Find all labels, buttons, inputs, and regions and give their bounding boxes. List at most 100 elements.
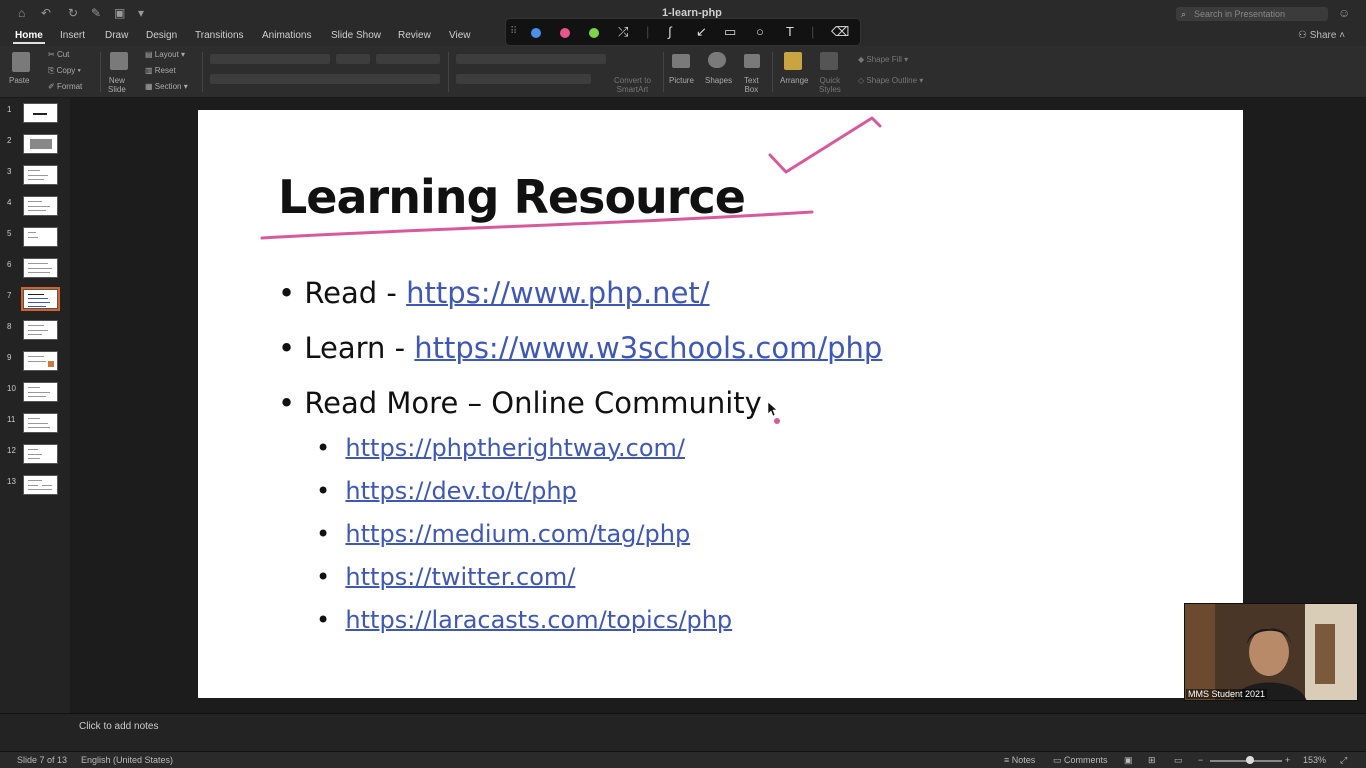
tab-design[interactable]: Design [146,30,177,41]
format-painter-button[interactable]: ✐ Format [48,82,82,91]
slide-number: 5 [7,229,12,238]
arrow-icon[interactable]: ↙ [696,24,707,40]
font-format-buttons[interactable] [210,74,440,84]
slide-thumbnail[interactable]: 12 [0,444,70,468]
notes-pane[interactable]: Click to add notes [0,713,1366,751]
new-slide-icon[interactable] [110,52,128,70]
quick-styles-icon[interactable] [820,52,838,70]
quick-styles-button[interactable]: Quick Styles [819,76,841,94]
green-pen-icon[interactable] [589,28,599,38]
tab-review[interactable]: Review [398,30,431,41]
text-box-button[interactable]: Text Box [744,76,759,94]
slide-number: 9 [7,353,12,362]
slide-thumbnail[interactable]: 2 [0,134,70,158]
arrange-icon[interactable] [784,52,802,70]
shape-outline-button[interactable]: ◇ Shape Outline ▾ [858,76,923,85]
new-slide-button[interactable]: New Slide [108,76,126,94]
mouse-cursor-icon [767,401,778,417]
pen-icon[interactable]: ∫ [668,24,672,39]
share-button[interactable]: ⚇ Share ˄ [1298,30,1345,41]
font-size-buttons[interactable] [376,54,440,64]
comments-toggle[interactable]: ▭ Comments [1053,755,1108,766]
circle-icon[interactable]: ○ [756,24,764,39]
reset-button[interactable]: ▥ Reset [145,66,176,75]
slide-thumbnail[interactable]: 1 [0,103,70,127]
slide-thumbnail[interactable]: 13 [0,475,70,499]
slide-thumbnail[interactable]: 4 [0,196,70,220]
section-button[interactable]: ▦ Section ▾ [145,82,188,91]
zoom-out-icon[interactable]: − [1198,755,1203,765]
slide-thumbnail[interactable]: 10 [0,382,70,406]
save-icon[interactable]: ▣ [114,6,125,20]
shapes-icon[interactable] [708,52,726,68]
zoom-slider-handle[interactable] [1246,756,1254,764]
feedback-icon[interactable]: ☺ [1338,6,1350,20]
slide-thumbnail[interactable]: 3 [0,165,70,189]
drag-handle-icon[interactable]: ⠿ [510,26,517,37]
paste-button[interactable]: Paste [9,76,29,85]
quick-styles-label-1: Quick [819,76,841,85]
search-input[interactable]: ⌕ Search in Presentation [1176,7,1328,21]
home-icon[interactable]: ⌂ [18,6,25,20]
notes-toggle[interactable]: ≡ Notes [1004,755,1035,765]
cut-label: Cut [56,50,70,59]
slide-preview [23,351,58,371]
current-slide[interactable]: Learning Resource • Read - https://www.p… [198,110,1243,698]
slide-thumbnail[interactable]: 8 [0,320,70,344]
slide-counter: Slide 7 of 13 [17,755,68,765]
customize-toolbar-icon[interactable]: ▾ [138,6,144,20]
slide-sorter-icon[interactable]: ⊞ [1148,755,1156,766]
slide-thumbnail[interactable]: 5 [0,227,70,251]
eraser-icon[interactable]: ⌫ [831,24,849,40]
slide-thumbnail-selected[interactable]: 7 [0,287,70,313]
font-family-select[interactable] [210,54,330,64]
convert-smartart-button[interactable]: Convert to SmartArt [614,76,651,94]
reading-view-icon[interactable]: ▭ [1174,755,1183,766]
tab-transitions[interactable]: Transitions [195,30,244,41]
shuffle-icon[interactable]: ⤮ [618,24,628,40]
text-box-icon[interactable] [744,54,760,68]
pink-pen-icon[interactable] [560,28,570,38]
tab-animations[interactable]: Animations [262,30,311,41]
ribbon-separator [202,52,203,92]
fit-to-window-icon[interactable]: ⤢ [1340,755,1347,766]
blue-pen-icon[interactable] [531,28,541,38]
slide-thumbnail[interactable]: 11 [0,413,70,437]
paragraph-buttons[interactable] [456,54,606,64]
paste-icon[interactable] [12,52,30,72]
tab-insert[interactable]: Insert [60,30,85,41]
tab-home[interactable]: Home [13,30,45,44]
comments-toggle-label: Comments [1064,755,1108,765]
slide-thumbnail[interactable]: 6 [0,258,70,282]
notes-placeholder[interactable]: Click to add notes [79,721,159,732]
language-indicator[interactable]: English (United States) [81,755,173,765]
alignment-buttons[interactable] [456,74,591,84]
reset-label: Reset [154,66,176,75]
font-size-select[interactable] [336,54,370,64]
tab-draw[interactable]: Draw [105,30,128,41]
new-slide-label-2: Slide [108,85,126,94]
slide-number: 6 [7,260,12,269]
tab-slide-show[interactable]: Slide Show [331,30,381,41]
slide-preview [23,320,58,340]
redo-icon[interactable]: ↻ [68,6,78,20]
zoom-level[interactable]: 153% [1303,755,1326,765]
layout-button[interactable]: ▤ Layout ▾ [145,50,185,59]
cut-button[interactable]: ✂ Cut [48,50,69,59]
slide-thumbnail[interactable]: 9 [0,351,70,375]
text-icon[interactable]: T [786,24,794,39]
undo-icon[interactable]: ↶ [41,6,51,20]
slide-number: 2 [7,136,12,145]
normal-view-icon[interactable]: ▣ [1124,755,1133,766]
arrange-button[interactable]: Arrange [780,76,808,85]
tab-view[interactable]: View [449,30,471,41]
copy-button[interactable]: ⎘ Copy ▾ [48,66,81,76]
picture-button[interactable]: Picture [669,76,694,85]
zoom-in-icon[interactable]: + [1285,755,1290,765]
edit-icon[interactable]: ✎ [91,6,101,20]
shape-fill-button[interactable]: ◆ Shape Fill ▾ [858,55,908,64]
shapes-button[interactable]: Shapes [705,76,732,85]
picture-icon[interactable] [672,54,690,68]
rectangle-icon[interactable]: ▭ [724,24,736,40]
ribbon-home: Paste ✂ Cut ⎘ Copy ▾ ✐ Format New Slide ▤… [0,46,1366,98]
